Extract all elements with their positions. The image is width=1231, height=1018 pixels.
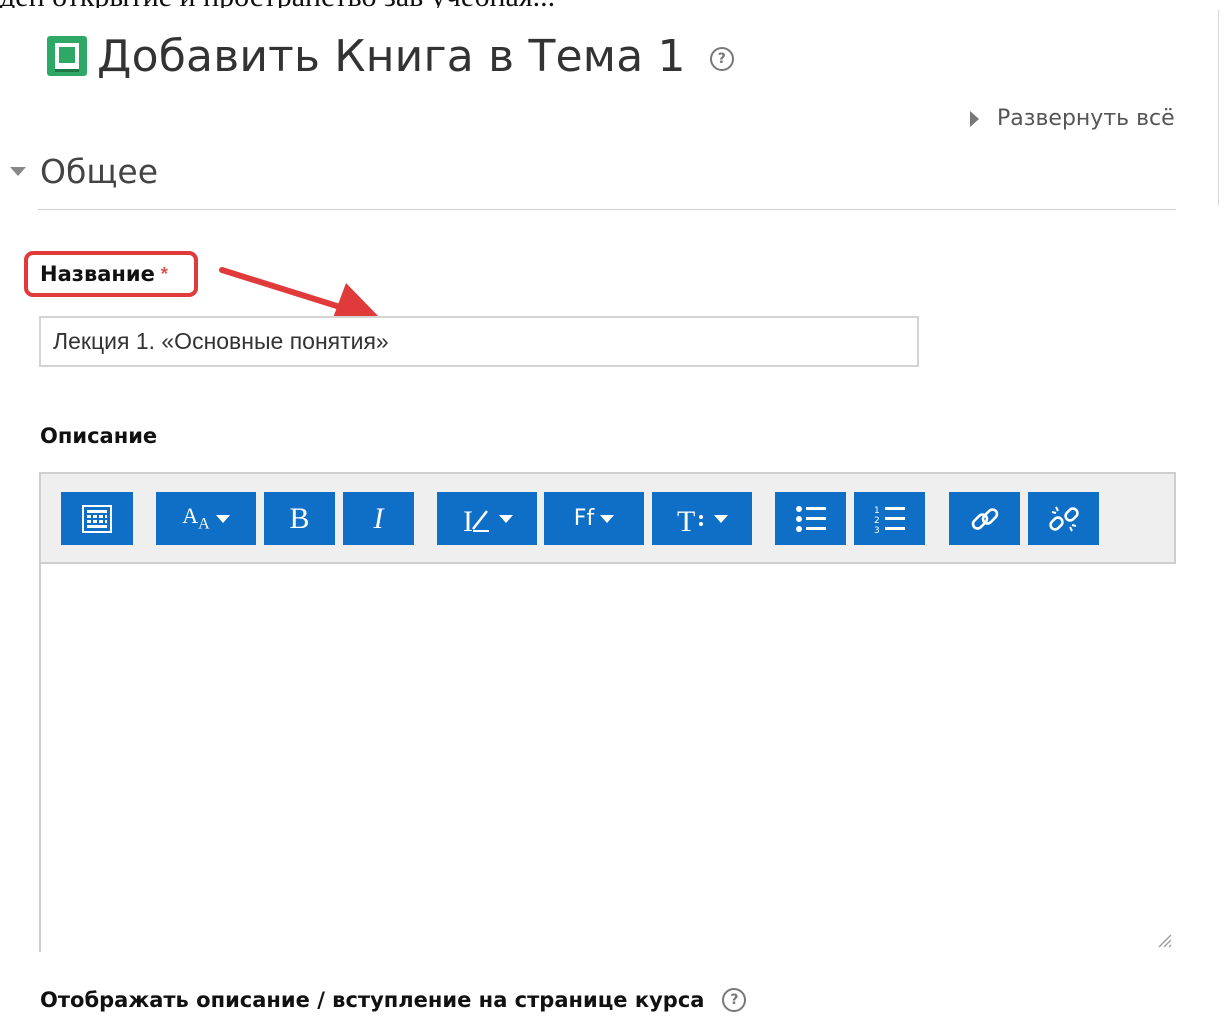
- chevron-down-icon: [499, 514, 513, 523]
- description-textarea[interactable]: [41, 564, 1178, 954]
- italic-button[interactable]: I: [343, 492, 414, 545]
- name-field-label: Название: [40, 262, 155, 286]
- show-more-buttons-icon: [82, 504, 112, 533]
- ordered-list-button[interactable]: 1 2 3: [854, 492, 925, 545]
- text-format-icon: T: [677, 505, 703, 535]
- toolbar-toggle-button[interactable]: [61, 492, 133, 545]
- book-icon: [47, 36, 87, 76]
- show-description-label: Отображать описание / вступление на стра…: [40, 988, 705, 1012]
- section-divider: [38, 209, 1176, 210]
- required-icon: *: [160, 263, 168, 284]
- cropped-previous-text: ден открытие и пространство зав учебная.…: [0, 0, 1231, 8]
- annotation-highlight-box: Название *: [24, 251, 198, 297]
- name-input[interactable]: [39, 316, 919, 367]
- link-button[interactable]: [949, 492, 1020, 545]
- font-size-button[interactable]: AA: [156, 492, 256, 545]
- editor-toolbar: AA B I I Ff T 1 2 3: [41, 474, 1174, 564]
- page-header: Добавить Книга в Тема 1 ?: [45, 28, 734, 84]
- svg-text:1: 1: [874, 506, 880, 516]
- show-description-row: Отображать описание / вступление на стра…: [40, 988, 747, 1012]
- font-family-icon: Ff: [573, 505, 595, 531]
- italic-icon: I: [373, 501, 384, 535]
- help-circle-icon[interactable]: ?: [722, 988, 747, 1012]
- divider: [1218, 10, 1219, 205]
- resize-handle-icon[interactable]: [1156, 932, 1172, 948]
- expand-all-label[interactable]: Развернуть всё: [997, 106, 1175, 131]
- svg-text:2: 2: [874, 516, 880, 526]
- help-circle-icon[interactable]: ?: [709, 47, 734, 71]
- description-label: Описание: [40, 424, 158, 448]
- text-style-button[interactable]: I: [437, 492, 537, 545]
- caret-down-icon: [10, 167, 26, 176]
- link-icon: [971, 507, 998, 530]
- unlink-icon: [1048, 506, 1079, 531]
- bullet-list-icon: [795, 505, 826, 532]
- svg-text:T: T: [677, 505, 695, 535]
- bold-icon: B: [289, 501, 310, 535]
- description-editor: AA B I I Ff T 1 2 3: [39, 472, 1178, 954]
- chevron-down-icon: [215, 514, 230, 523]
- expand-all-link[interactable]: Развернуть всё: [970, 106, 1175, 131]
- section-title[interactable]: Общее: [40, 152, 158, 191]
- font-color-button[interactable]: T: [652, 492, 752, 545]
- numbered-list-icon: 1 2 3: [874, 506, 905, 535]
- chevron-down-icon: [714, 514, 728, 523]
- page-title: Добавить Книга в Тема 1: [97, 30, 686, 82]
- svg-text:I: I: [463, 505, 473, 535]
- svg-text:3: 3: [874, 526, 880, 535]
- font-size-icon: AA: [182, 502, 210, 533]
- section-general-toggle[interactable]: Общее: [10, 152, 158, 191]
- font-family-button[interactable]: Ff: [544, 492, 644, 545]
- unlink-button[interactable]: [1028, 492, 1099, 545]
- caret-right-icon: [970, 110, 979, 127]
- unordered-list-button[interactable]: [775, 492, 846, 545]
- bold-button[interactable]: B: [264, 492, 335, 545]
- chevron-down-icon: [600, 514, 615, 523]
- text-style-icon: I: [463, 505, 489, 535]
